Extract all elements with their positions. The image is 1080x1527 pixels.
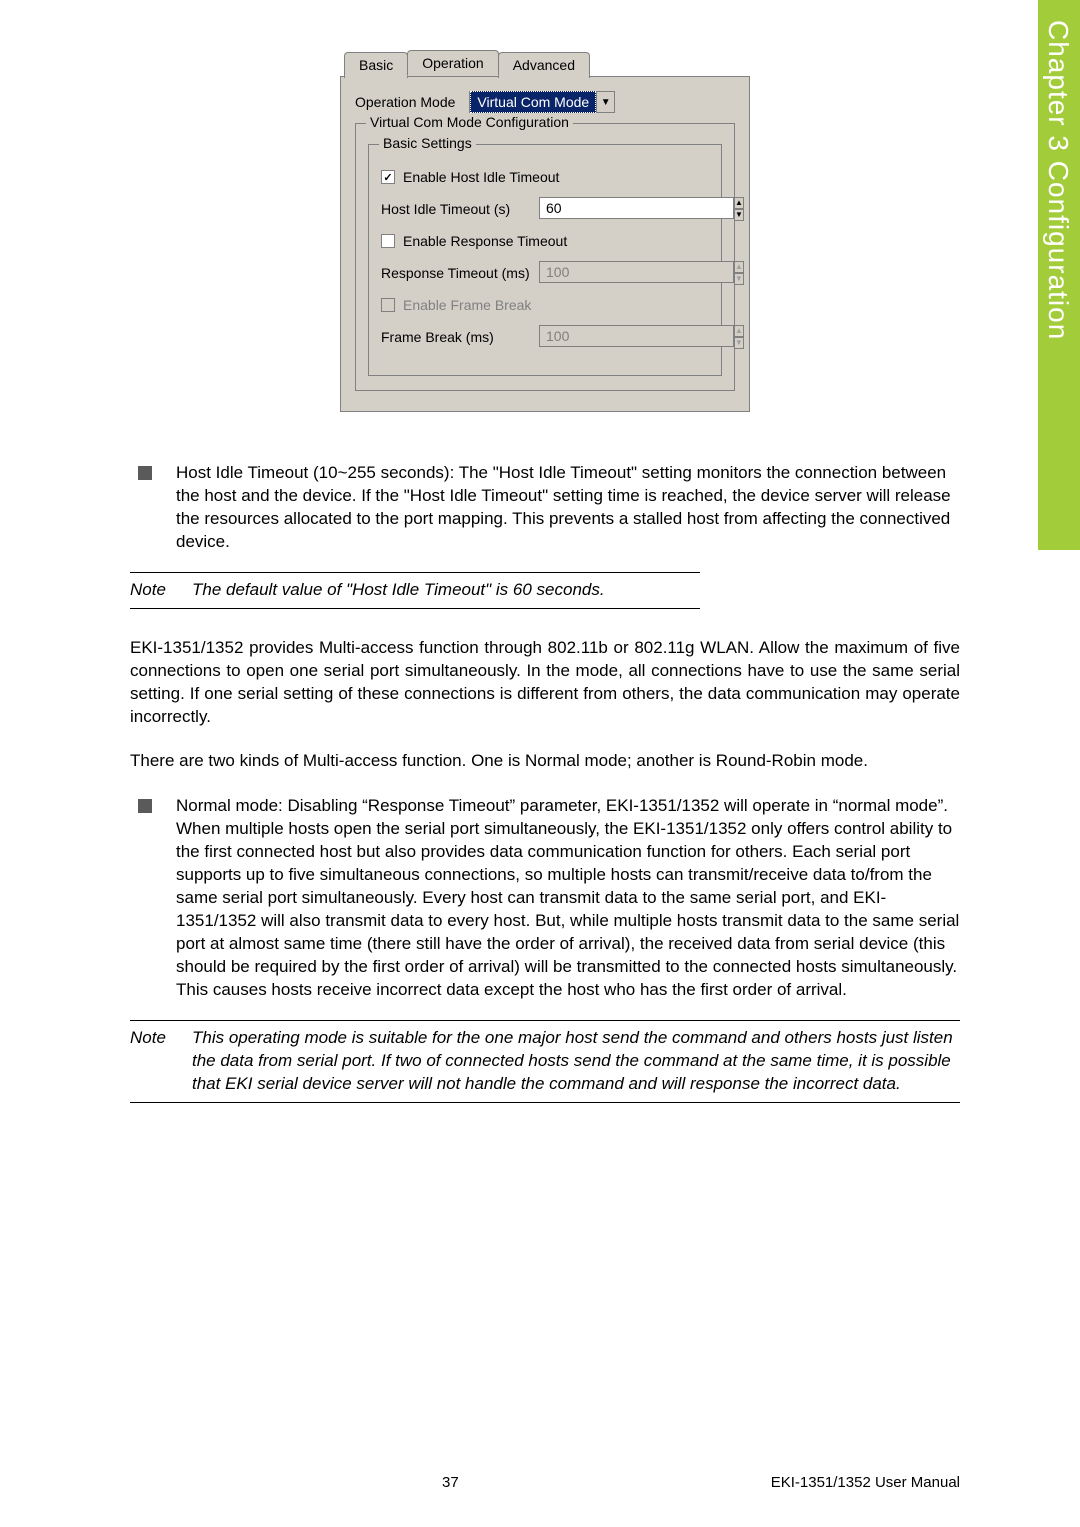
frame-check-row: Enable Frame Break: [381, 297, 709, 313]
chevron-down-icon: ▼: [596, 92, 614, 112]
tab-bar: Basic Operation Advanced: [344, 50, 750, 76]
host-idle-spinner: ▲▼: [539, 197, 709, 221]
frame-spinner: ▲▼: [539, 325, 709, 349]
page-content: Basic Operation Advanced Operation Mode …: [0, 0, 1080, 1103]
operation-mode-dropdown[interactable]: Virtual Com Mode ▼: [469, 91, 615, 113]
response-check-row: Enable Response Timeout: [381, 233, 709, 249]
note-operating-mode-text: This operating mode is suitable for the …: [192, 1027, 960, 1096]
basic-settings-legend: Basic Settings: [379, 135, 476, 151]
bullet-host-idle: Host Idle Timeout (10~255 seconds): The …: [130, 462, 960, 554]
host-idle-timeout-label: Host Idle Timeout (s): [381, 201, 539, 217]
note-label: Note: [130, 579, 192, 602]
response-input-row: Response Timeout (ms) ▲▼: [381, 261, 709, 285]
basic-settings-fieldset: Basic Settings Enable Host Idle Timeout …: [368, 144, 722, 376]
page-footer: 37 EKI-1351/1352 User Manual: [0, 1474, 1080, 1491]
para-two-kinds: There are two kinds of Multi-access func…: [130, 750, 960, 773]
body-text: Host Idle Timeout (10~255 seconds): The …: [130, 462, 960, 1103]
host-idle-input[interactable]: [539, 197, 734, 219]
response-timeout-label: Response Timeout (ms): [381, 265, 539, 281]
page-number: 37: [442, 1474, 459, 1491]
bullet-host-idle-text: Host Idle Timeout (10~255 seconds): The …: [176, 462, 960, 554]
frame-spin-buttons: ▲▼: [734, 325, 744, 349]
bullet-normal-mode: Normal mode: Disabling “Response Timeout…: [130, 795, 960, 1001]
frame-checkbox: [381, 298, 395, 312]
vcom-config-fieldset: Virtual Com Mode Configuration Basic Set…: [355, 123, 735, 391]
host-idle-spin-buttons[interactable]: ▲▼: [734, 197, 744, 221]
host-idle-check-label: Enable Host Idle Timeout: [403, 169, 559, 185]
response-input: [539, 261, 734, 283]
note-default-value-text: The default value of "Host Idle Timeout"…: [192, 579, 700, 602]
response-spinner: ▲▼: [539, 261, 709, 285]
para-multi-access: EKI-1351/1352 provides Multi-access func…: [130, 637, 960, 729]
chapter-side-tab-text: Chapter 3 Configuration: [1042, 20, 1074, 340]
vcom-config-legend: Virtual Com Mode Configuration: [366, 114, 573, 130]
note-default-value: Note The default value of "Host Idle Tim…: [130, 572, 700, 609]
tab-basic[interactable]: Basic: [344, 52, 408, 78]
operation-mode-label: Operation Mode: [355, 94, 455, 110]
frame-input: [539, 325, 734, 347]
manual-title: EKI-1351/1352 User Manual: [771, 1474, 960, 1491]
tab-pane: Operation Mode Virtual Com Mode ▼ Virtua…: [340, 76, 750, 412]
tab-advanced[interactable]: Advanced: [498, 52, 590, 78]
operation-mode-row: Operation Mode Virtual Com Mode ▼: [355, 91, 735, 113]
dialog-wrapper: Basic Operation Advanced Operation Mode …: [130, 50, 960, 412]
note-operating-mode: Note This operating mode is suitable for…: [130, 1020, 960, 1103]
response-checkbox[interactable]: [381, 234, 395, 248]
operation-mode-value: Virtual Com Mode: [470, 91, 596, 113]
frame-break-label: Frame Break (ms): [381, 329, 539, 345]
response-check-label: Enable Response Timeout: [403, 233, 567, 249]
tab-operation[interactable]: Operation: [407, 50, 498, 76]
chapter-side-tab: Chapter 3 Configuration: [1038, 0, 1080, 550]
host-idle-checkbox[interactable]: [381, 170, 395, 184]
bullet-icon: [138, 799, 152, 813]
host-idle-check-row: Enable Host Idle Timeout: [381, 169, 709, 185]
note-label: Note: [130, 1027, 192, 1096]
frame-check-label: Enable Frame Break: [403, 297, 531, 313]
frame-input-row: Frame Break (ms) ▲▼: [381, 325, 709, 349]
operation-dialog: Basic Operation Advanced Operation Mode …: [340, 50, 750, 412]
bullet-normal-mode-text: Normal mode: Disabling “Response Timeout…: [176, 795, 960, 1001]
bullet-icon: [138, 466, 152, 480]
host-idle-input-row: Host Idle Timeout (s) ▲▼: [381, 197, 709, 221]
response-spin-buttons: ▲▼: [734, 261, 744, 285]
